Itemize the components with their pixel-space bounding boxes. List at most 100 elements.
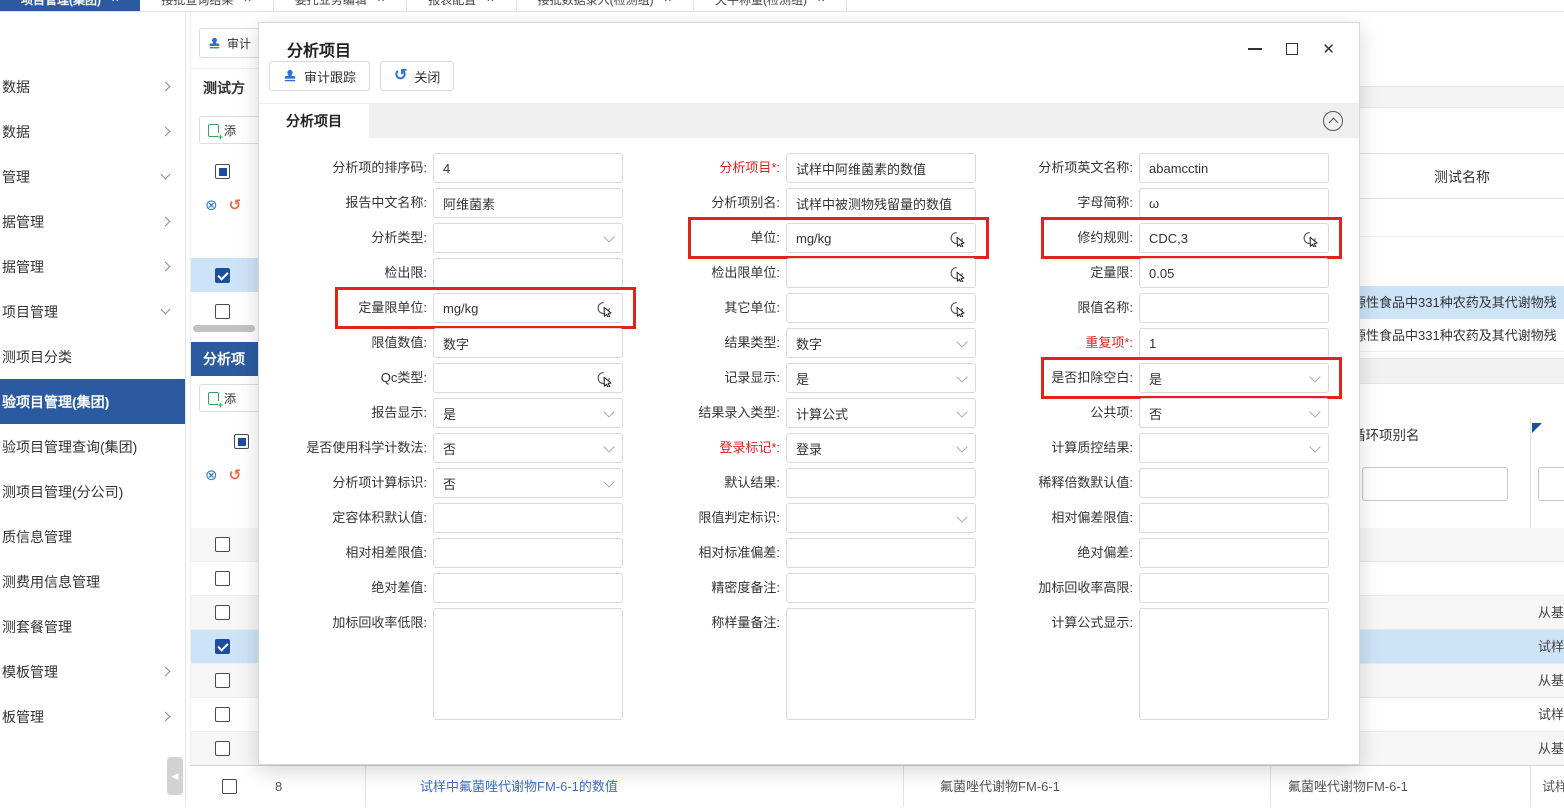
field-select-control[interactable]: 否 [433,433,623,463]
table-row[interactable] [191,562,258,596]
field-text-control[interactable]: 阿维菌素 [433,188,623,218]
column-header-test-name[interactable]: 测试名称 [1360,153,1564,199]
table-row[interactable] [191,732,258,766]
tab-close-icon[interactable]: ✕ [111,0,119,5]
select-all-checkbox[interactable] [234,434,249,449]
sidebar-item[interactable]: 验项目管理(集团) [0,379,185,424]
field-select-control[interactable] [786,503,976,533]
field-text-control[interactable]: 试样中被测物残留量的数值 [786,188,976,218]
clear-filter-icon[interactable]: ⊗ [205,196,218,214]
add-button[interactable]: 添 [199,116,258,144]
close-dialog-button[interactable]: ↺ 关闭 [380,61,454,91]
row-checkbox[interactable] [215,571,230,586]
select-all-checkbox[interactable] [215,164,230,179]
tab-close-icon[interactable]: ✕ [817,0,825,5]
tab-close-icon[interactable]: ✕ [243,0,251,5]
sidebar-item[interactable]: 测项目分类 [0,334,185,379]
sidebar-item[interactable]: 模板管理 [0,649,185,694]
tab-item[interactable]: 天平称量(检测组)✕ [694,0,847,12]
field-text-control[interactable] [786,538,976,568]
reset-icon[interactable]: ↺ [229,466,242,484]
row-checkbox[interactable] [215,741,230,756]
row-checkbox-checked[interactable] [215,268,230,283]
field-lookup-control[interactable] [786,293,976,323]
field-text-control[interactable]: 0.05 [1139,258,1329,288]
analysis-item-link[interactable]: 试样中氟菌唑代谢物FM-6-1的数值 [420,766,618,808]
table-row[interactable] [191,528,258,562]
field-text-control[interactable] [786,573,976,603]
field-textarea-control[interactable] [786,608,976,720]
field-text-control[interactable] [433,573,623,603]
sidebar-item[interactable]: 数据 [0,64,185,109]
field-select-control[interactable]: 是 [433,398,623,428]
sidebar-item[interactable]: 验项目管理查询(集团) [0,424,185,469]
column-filter-input[interactable] [1362,467,1508,501]
sidebar-item[interactable]: 板管理 [0,694,185,739]
table-row[interactable] [191,630,258,664]
tab-close-icon[interactable]: ✕ [377,0,385,5]
table-row[interactable]: 从基 [1360,596,1564,630]
field-text-control[interactable] [1139,503,1329,533]
row-checkbox[interactable] [222,779,237,794]
row-checkbox[interactable] [215,605,230,620]
field-text-control[interactable] [1139,468,1329,498]
row-checkbox[interactable] [215,537,230,552]
maximize-icon[interactable] [1286,43,1298,55]
table-row[interactable] [191,664,258,698]
field-lookup-control[interactable]: CDC,3 [1139,223,1329,253]
field-text-control[interactable] [433,538,623,568]
tab-item[interactable]: 接批查询结果✕ [140,0,273,12]
sidebar-item[interactable]: 数据 [0,109,185,154]
tab-close-icon[interactable]: ✕ [664,0,672,5]
field-select-control[interactable]: 登录 [786,433,976,463]
tab-item[interactable]: 报表配置✕ [407,0,516,12]
field-select-control[interactable]: 否 [1139,398,1329,428]
tab-item[interactable]: 接批数据录入(检测组)✕ [517,0,694,12]
audit-trail-button-partial[interactable]: 审计 [199,28,258,58]
table-row[interactable] [191,698,258,732]
table-row[interactable] [191,296,258,326]
field-text-control[interactable]: 1 [1139,328,1329,358]
field-textarea-control[interactable] [1139,608,1329,720]
audit-trail-button[interactable]: 审计跟踪 [269,61,370,91]
sidebar-item[interactable]: 据管理 [0,244,185,289]
field-text-control[interactable]: abamcctin [1139,153,1329,183]
table-row[interactable]: 试样 [1360,630,1564,664]
field-lookup-control[interactable] [433,363,623,393]
field-text-control[interactable] [1139,538,1329,568]
selected-table-row[interactable]: 源性食品中331种农药及其代谢物残 [1360,286,1564,319]
clear-filter-icon[interactable]: ⊗ [205,466,218,484]
table-bottom-row[interactable]: 8 试样中氟菌唑代谢物FM-6-1的数值 氟菌唑代谢物FM-6-1 氟菌唑代谢物… [190,765,1564,807]
field-text-control[interactable] [1139,573,1329,603]
add-button[interactable]: 添 [199,384,258,412]
field-select-control[interactable] [1139,433,1329,463]
field-select-control[interactable]: 是 [1139,363,1329,393]
table-row[interactable] [1360,562,1564,596]
table-row[interactable]: 试样 [1360,698,1564,732]
field-select-control[interactable]: 计算公式 [786,398,976,428]
table-row[interactable] [1360,528,1564,562]
row-checkbox[interactable] [215,639,230,654]
selected-table-row[interactable] [191,258,258,292]
tab-analysis-item[interactable]: 分析项目 [259,104,369,138]
field-select-control[interactable] [433,223,623,253]
minimize-icon[interactable] [1248,48,1262,50]
horizontal-scrollbar[interactable] [193,325,255,332]
field-text-control[interactable] [786,468,976,498]
sidebar-item[interactable]: 测费用信息管理 [0,559,185,604]
row-checkbox[interactable] [215,707,230,722]
sidebar-item[interactable]: 管理 [0,154,185,199]
table-row[interactable]: 源性食品中331种农药及其代谢物残 [1360,319,1564,352]
row-checkbox[interactable] [215,673,230,688]
sidebar-item[interactable]: 质信息管理 [0,514,185,559]
tab-item[interactable]: 委托业务编辑✕ [274,0,407,12]
field-text-control[interactable]: ω [1139,188,1329,218]
tab-item[interactable]: 项目管理(集团)✕ [0,0,140,12]
column-header-loop-alias[interactable]: 循环项别名 [1360,424,1420,444]
field-select-control[interactable]: 是 [786,363,976,393]
row-checkbox[interactable] [215,304,230,319]
field-select-control[interactable]: 数字 [786,328,976,358]
column-filter-input[interactable] [1538,467,1564,501]
sidebar-collapse-handle[interactable]: ◀ [167,757,183,795]
field-lookup-control[interactable] [786,258,976,288]
